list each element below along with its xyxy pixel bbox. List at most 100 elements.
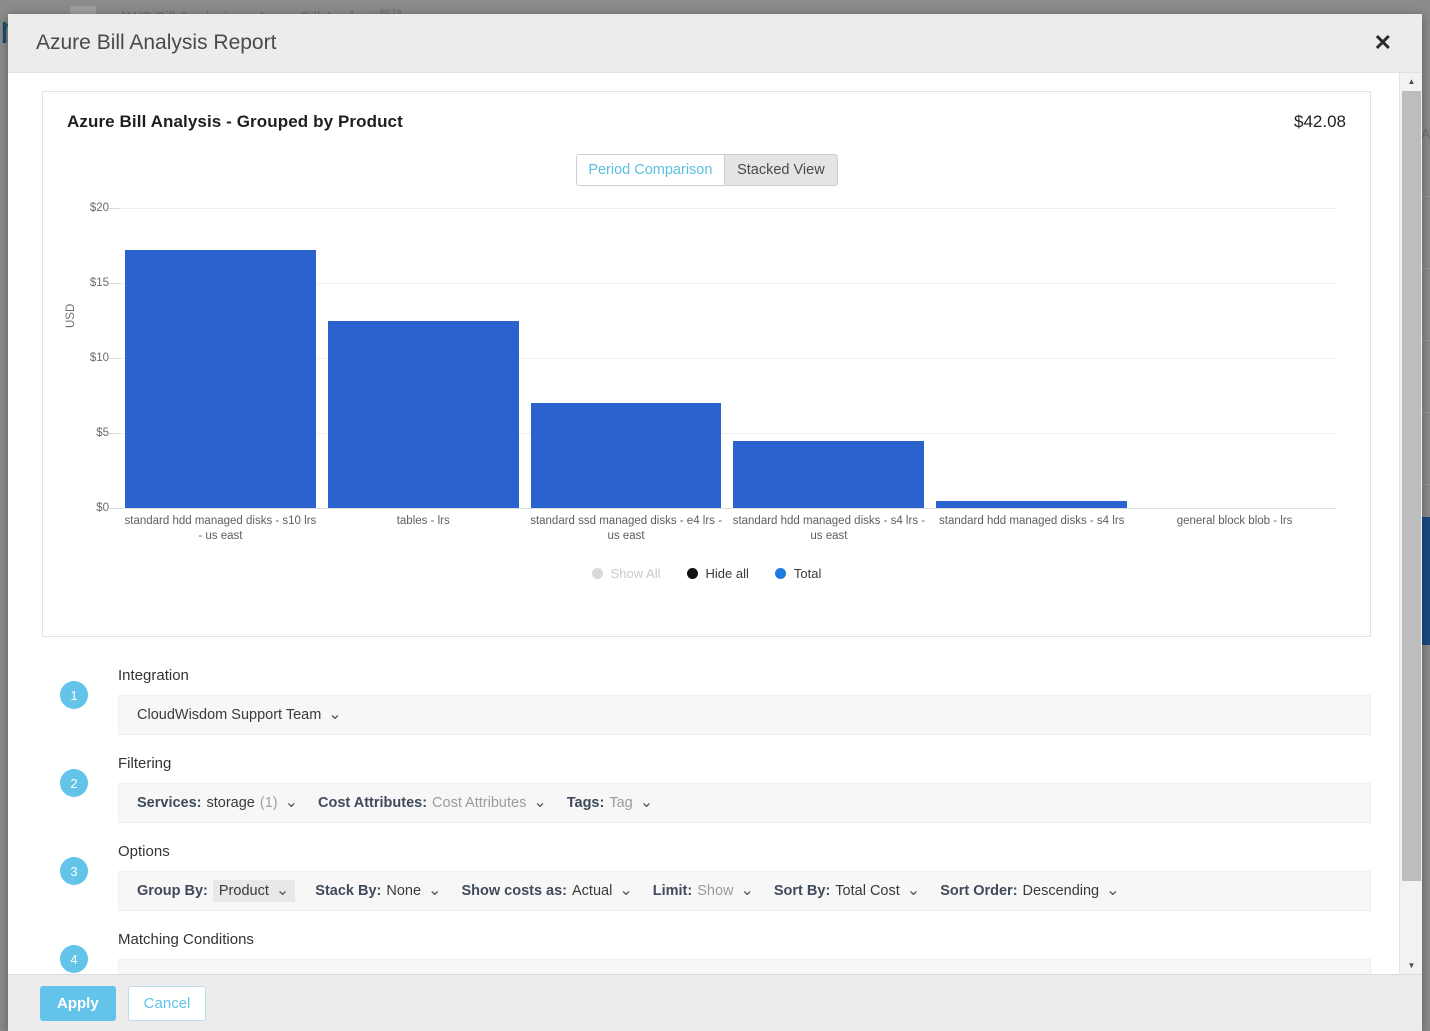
chevron-down-icon[interactable]: ⌄ xyxy=(1106,883,1119,899)
chart-title: Azure Bill Analysis - Grouped by Product xyxy=(67,112,403,131)
field-value: Cost Attributes xyxy=(432,795,527,811)
legend-item[interactable]: Total xyxy=(774,566,821,581)
chevron-down-icon[interactable]: ⌄ xyxy=(907,883,920,899)
legend-color-dot xyxy=(686,568,698,579)
section-body: Filtering Services: storage (1) ⌄ Cost Attrib… xyxy=(118,755,1371,823)
field-show-costs-as[interactable]: Show costs as: Actual ⌄ xyxy=(451,877,642,905)
field-value-group: Show ⌄ xyxy=(697,883,754,900)
field-value-group: Total Cost ⌄ xyxy=(835,883,920,900)
section-body: Integration CloudWisdom Support Team ⌄ xyxy=(118,667,1371,735)
y-tick-label: $20 xyxy=(89,202,109,214)
y-tick-label: $15 xyxy=(89,277,109,289)
field-value: None xyxy=(386,883,422,899)
field-label: Limit: xyxy=(652,883,693,899)
chart-plot-area: USD $0 $5 $10 $15 $20 standard hdd managed d… xyxy=(65,202,1346,588)
field-services[interactable]: Services: storage (1) ⌄ xyxy=(127,789,308,817)
y-axis-label: USD xyxy=(65,303,77,328)
field-limit[interactable]: Limit: Show ⌄ xyxy=(643,877,764,905)
y-tick-label: $5 xyxy=(96,427,109,439)
chevron-down-icon[interactable]: ⌄ xyxy=(276,883,289,899)
field-value: Actual xyxy=(572,883,613,899)
config-section: 2 Filtering Services: storage (1) ⌄ Cost Attri… xyxy=(42,755,1371,823)
field-value-group: Product ⌄ xyxy=(212,880,296,902)
field-label: Services: xyxy=(137,795,202,811)
tab-stacked-view[interactable]: Stacked View xyxy=(724,155,837,185)
section-body: Matching Conditions xyxy=(118,931,1371,974)
scroll-up-icon[interactable]: ▲ xyxy=(1400,73,1422,90)
chevron-down-icon[interactable]: ⌄ xyxy=(428,883,441,899)
step-badge: 1 xyxy=(60,681,88,709)
x-axis-tick-label: standard hdd managed disks - s4 lrs xyxy=(939,515,1125,527)
cancel-button[interactable]: Cancel xyxy=(127,985,207,1021)
chart-bar[interactable] xyxy=(733,440,925,508)
x-axis-labels: standard hdd managed disks - s10 lrs - u… xyxy=(119,514,1336,544)
chart-legend: Show All Hide all Total xyxy=(67,566,1346,581)
step-badge: 2 xyxy=(60,769,88,797)
chart-header: Azure Bill Analysis - Grouped by Product… xyxy=(67,112,1346,132)
apply-button[interactable]: Apply xyxy=(40,985,116,1021)
field-value-group: None ⌄ xyxy=(386,883,441,900)
chart-bar[interactable] xyxy=(327,320,519,508)
legend-color-dot xyxy=(591,568,603,579)
close-icon[interactable]: ✕ xyxy=(1374,32,1392,54)
x-axis-tick-label: standard hdd managed disks - s4 lrs - us… xyxy=(732,515,926,542)
bar-slot xyxy=(727,208,930,508)
chart-bars xyxy=(119,208,1336,508)
field-cloudwisdom-support-team[interactable]: CloudWisdom Support Team ⌄ xyxy=(127,701,352,729)
chevron-down-icon[interactable]: ⌄ xyxy=(533,795,546,811)
bar-slot xyxy=(1133,208,1336,508)
legend-color-dot xyxy=(774,568,786,579)
section-field-bar: Group By: Product ⌄ Stack By: None ⌄ Show cost… xyxy=(118,871,1371,911)
chevron-down-icon[interactable]: ⌄ xyxy=(740,883,753,899)
config-section: 4 Matching Conditions xyxy=(42,931,1371,974)
y-tick-mark xyxy=(109,433,119,434)
modal-header: Azure Bill Analysis Report ✕ xyxy=(8,14,1422,73)
field-sort-order[interactable]: Sort Order: Descending ⌄ xyxy=(930,877,1129,905)
chevron-down-icon[interactable]: ⌄ xyxy=(285,795,298,811)
scroll-down-icon[interactable]: ▼ xyxy=(1400,957,1422,974)
y-tick-label: $0 xyxy=(96,502,109,514)
tab-period-comparison[interactable]: Period Comparison xyxy=(576,155,725,185)
chart-bar[interactable] xyxy=(530,403,722,508)
x-axis-tick-label: standard ssd managed disks - e4 lrs - us… xyxy=(530,515,722,542)
section-label: Matching Conditions xyxy=(118,931,254,948)
view-mode-toggle: Period Comparison Stacked View xyxy=(575,154,838,186)
field-group-by[interactable]: Group By: Product ⌄ xyxy=(127,874,305,908)
field-value-group: CloudWisdom Support Team ⌄ xyxy=(137,707,342,724)
field-stack-by[interactable]: Stack By: None ⌄ xyxy=(305,877,451,905)
y-tick-mark xyxy=(109,208,119,209)
field-label: Sort Order: xyxy=(940,883,1018,899)
chart-card: Azure Bill Analysis - Grouped by Product… xyxy=(42,91,1371,637)
field-sort-by[interactable]: Sort By: Total Cost ⌄ xyxy=(764,877,930,905)
field-cost-attributes[interactable]: Cost Attributes: Cost Attributes ⌄ xyxy=(308,789,557,817)
section-label: Filtering xyxy=(118,755,172,772)
scrollbar-thumb[interactable] xyxy=(1402,91,1421,881)
y-tick-mark xyxy=(109,508,119,509)
section-body: Options Group By: Product ⌄ Stack By: None ⌄ Sh… xyxy=(118,843,1371,911)
field-value-group: Cost Attributes ⌄ xyxy=(432,795,547,812)
modal-body: Azure Bill Analysis - Grouped by Product… xyxy=(8,73,1422,974)
legend-item[interactable]: Show All xyxy=(591,566,661,581)
chevron-down-icon[interactable]: ⌄ xyxy=(619,883,632,899)
chart-bar[interactable] xyxy=(936,501,1128,508)
field-label: Show costs as: xyxy=(461,883,568,899)
legend-item[interactable]: Hide all xyxy=(686,566,749,581)
field-value: Show xyxy=(697,883,734,899)
modal-footer: Apply Cancel xyxy=(8,974,1422,1031)
section-field-bar: CloudWisdom Support Team ⌄ xyxy=(118,695,1371,735)
bar-slot xyxy=(119,208,322,508)
field-label: Group By: xyxy=(137,883,208,899)
field-label: Sort By: xyxy=(773,883,831,899)
field-label: Tags: xyxy=(566,795,605,811)
chart-bar[interactable] xyxy=(125,250,316,508)
modal-scrollbar[interactable]: ▲ ▼ xyxy=(1399,73,1422,974)
config-section: 1 Integration CloudWisdom Support Team ⌄ xyxy=(42,667,1371,735)
field-value: storage xyxy=(206,795,255,811)
x-axis-tick-label: general block blob - lrs xyxy=(1176,515,1293,527)
field-tags[interactable]: Tags: Tag ⌄ xyxy=(557,789,663,817)
y-tick-label: $10 xyxy=(89,352,109,364)
chevron-down-icon[interactable]: ⌄ xyxy=(328,707,341,723)
field-value-group: Actual ⌄ xyxy=(572,883,633,900)
field-label: Cost Attributes: xyxy=(318,795,428,811)
chevron-down-icon[interactable]: ⌄ xyxy=(640,795,653,811)
